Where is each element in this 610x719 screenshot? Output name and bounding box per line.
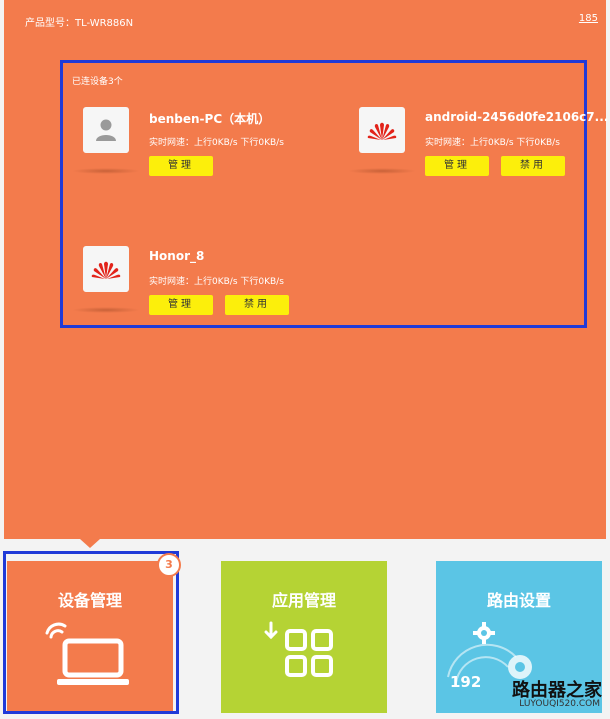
laptop-wifi-icon	[45, 622, 129, 685]
watermark-url: LUYOUQI520.COM	[519, 699, 600, 709]
device-speed: 实时网速：上行0KB/s 下行0KB/s	[149, 138, 284, 148]
device-card: Honor_8 实时网速：上行0KB/s 下行0KB/s 管理 禁用	[67, 246, 317, 336]
huawei-logo-icon	[83, 246, 129, 292]
tile-label: 设备管理	[57, 591, 122, 610]
manage-button[interactable]: 管理	[425, 156, 489, 176]
device-shadow	[72, 168, 140, 174]
block-button[interactable]: 禁用	[501, 156, 565, 176]
device-shadow	[72, 307, 140, 313]
top-right-link[interactable]: 185	[579, 13, 598, 24]
device-name: android-2456d0fe2106c7...	[425, 110, 609, 124]
manage-button[interactable]: 管理	[149, 295, 213, 315]
device-card: android-2456d0fe2106c7... 实时网速：上行0KB/s 下…	[343, 107, 608, 197]
huawei-logo-icon	[359, 107, 405, 153]
device-name: benben-PC（本机）	[149, 112, 271, 126]
connected-devices-box: 已连设备3个 benben-PC（本机） 实时网速：上行0KB/s 下行0KB/…	[60, 60, 608, 328]
device-card: benben-PC（本机） 实时网速：上行0KB/s 下行0KB/s 管理	[67, 107, 317, 197]
tile-label: 路由设置	[486, 591, 551, 610]
device-count-badge: 3	[157, 553, 181, 577]
product-model-label: 产品型号：TL-WR886N	[25, 18, 134, 29]
manage-button[interactable]: 管理	[149, 156, 213, 176]
device-shadow	[348, 168, 416, 174]
device-speed: 实时网速：上行0KB/s 下行0KB/s	[149, 277, 284, 287]
device-name: Honor_8	[149, 249, 205, 263]
tile-label: 应用管理	[271, 591, 336, 610]
active-tab-pointer	[80, 539, 100, 548]
tile-device-management[interactable]: 设备管理	[7, 561, 173, 713]
ip-prefix-text: 192	[450, 673, 482, 691]
device-panel-background: 产品型号：TL-WR886N 185 已连设备3个 benben-PC（本机） …	[4, 0, 608, 539]
connected-count-label: 已连设备3个	[72, 77, 123, 87]
block-button[interactable]: 禁用	[225, 295, 289, 315]
tile-app-management[interactable]: 应用管理	[221, 561, 387, 713]
watermark: 路由器之家 LUYOUQI520.COM	[502, 669, 602, 715]
device-speed: 实时网速：上行0KB/s 下行0KB/s	[425, 138, 560, 148]
person-icon	[83, 107, 129, 153]
app-grid-icon	[264, 621, 333, 677]
